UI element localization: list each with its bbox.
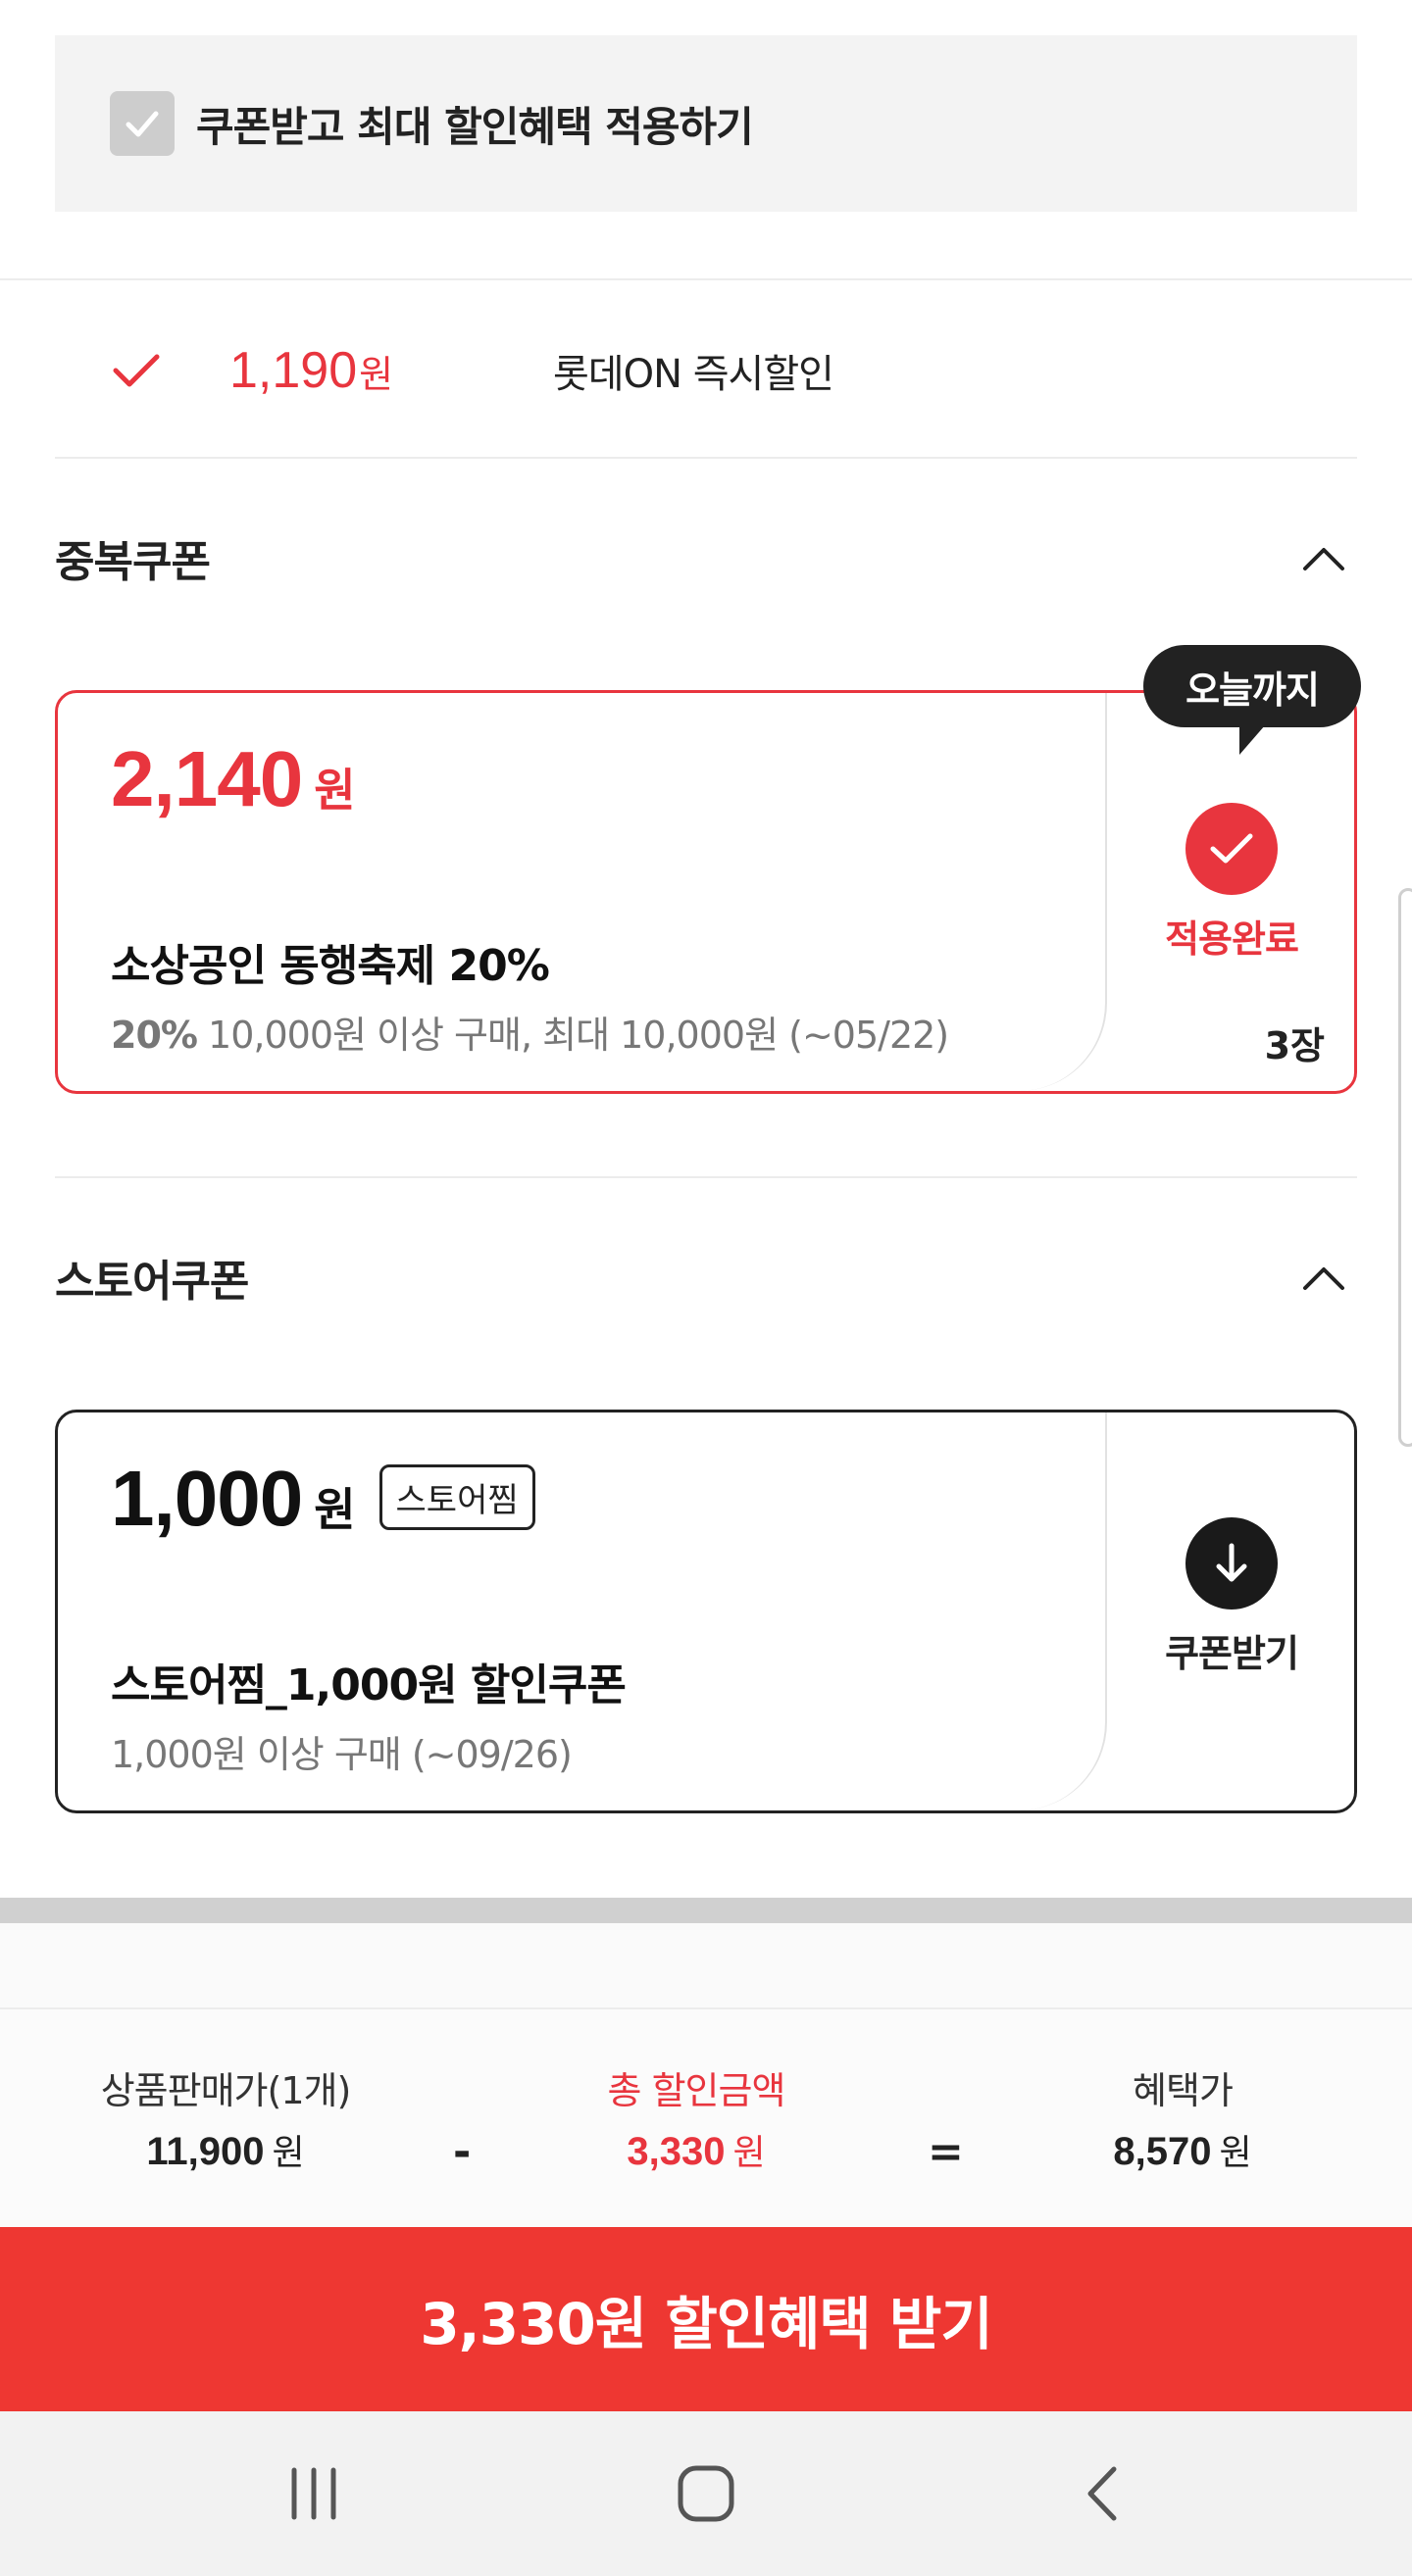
coupon-amount: 1,000 원 스토어찜 <box>111 1454 535 1544</box>
check-icon <box>126 111 159 137</box>
chevron-up-icon[interactable] <box>1294 528 1353 587</box>
check-icon <box>112 351 182 390</box>
tooltip-today-only: 오늘까지 <box>1143 645 1361 727</box>
section-title: 스토어쿠폰 <box>55 1257 249 1307</box>
home-icon[interactable] <box>608 2411 804 2576</box>
coupon-description: 1,000원 이상 구매 (~09/26) <box>111 1733 573 1776</box>
section-divider-bar <box>0 1898 1412 1923</box>
check-circle-icon <box>1185 802 1278 895</box>
coupon-body: 1,000 원 스토어찜 스토어찜_1,000원 할인쿠폰 1,000원 이상 … <box>58 1412 1107 1810</box>
benefit-price: 혜택가 8,570 원 <box>1113 2069 1252 2173</box>
back-icon[interactable] <box>1004 2411 1200 2576</box>
price-summary: 상품판매가(1개) 11,900 원 총 할인금액 3,330 원 혜택가 8,57… <box>0 2007 1412 2227</box>
get-discount-button[interactable]: 3,330원 할인혜택 받기 <box>0 2227 1412 2411</box>
divider <box>55 457 1357 459</box>
recent-apps-icon[interactable] <box>216 2411 412 2576</box>
instant-discount-name: 롯데ON 즉시할인 <box>553 352 834 397</box>
chevron-up-icon[interactable] <box>1294 1248 1353 1307</box>
coupon-count: 3장 <box>1264 1024 1325 1067</box>
instant-discount-row: 1,190원 롯데ON 즉시할인 <box>55 284 1357 457</box>
download-coupon-label: 쿠폰받기 <box>1165 1631 1299 1675</box>
divider <box>55 1176 1357 1178</box>
scroll-handle[interactable] <box>1398 888 1412 1447</box>
tooltip-tail <box>1239 725 1265 755</box>
applied-label: 적용완료 <box>1165 916 1299 961</box>
total-discount: 총 할인금액 3,330 원 <box>607 2069 786 2173</box>
download-coupon-button[interactable]: 쿠폰받기 <box>1109 1412 1354 1810</box>
coupon-amount: 2,140 원 <box>111 735 356 822</box>
duplicate-coupon-header[interactable]: 중복쿠폰 <box>55 504 1357 612</box>
coupon-title: 소상공인 동행축제 20% <box>111 941 550 991</box>
minus-sign: - <box>453 2127 472 2177</box>
section-title: 중복쿠폰 <box>55 537 211 587</box>
store-favorite-badge: 스토어찜 <box>378 1464 535 1530</box>
duplicate-coupon-card[interactable]: 2,140 원 소상공인 동행축제 20% 20% 10,000원 이상 구매,… <box>55 690 1357 1094</box>
spacer <box>0 1923 1412 2007</box>
coupon-description: 20% 10,000원 이상 구매, 최대 10,000원 (~05/22) <box>111 1014 949 1057</box>
store-coupon-card[interactable]: 1,000 원 스토어찜 스토어찜_1,000원 할인쿠폰 1,000원 이상 … <box>55 1410 1357 1813</box>
divider <box>0 278 1412 280</box>
instant-discount-amount: 1,190원 <box>229 342 394 399</box>
download-arrow-icon <box>1185 1516 1278 1610</box>
store-coupon-header[interactable]: 스토어쿠폰 <box>55 1223 1357 1331</box>
coupon-title: 스토어찜_1,000원 할인쿠폰 <box>111 1660 627 1710</box>
apply-max-checkbox[interactable] <box>110 91 175 156</box>
apply-max-discount-box[interactable]: 쿠폰받고 최대 할인혜택 적용하기 <box>55 35 1357 212</box>
original-price: 상품판매가(1개) 11,900 원 <box>100 2069 352 2173</box>
equals-sign: = <box>928 2127 964 2177</box>
system-nav-bar <box>0 2411 1412 2576</box>
apply-max-label: 쿠폰받고 최대 할인혜택 적용하기 <box>196 102 754 151</box>
coupon-body: 2,140 원 소상공인 동행축제 20% 20% 10,000원 이상 구매,… <box>58 693 1107 1091</box>
